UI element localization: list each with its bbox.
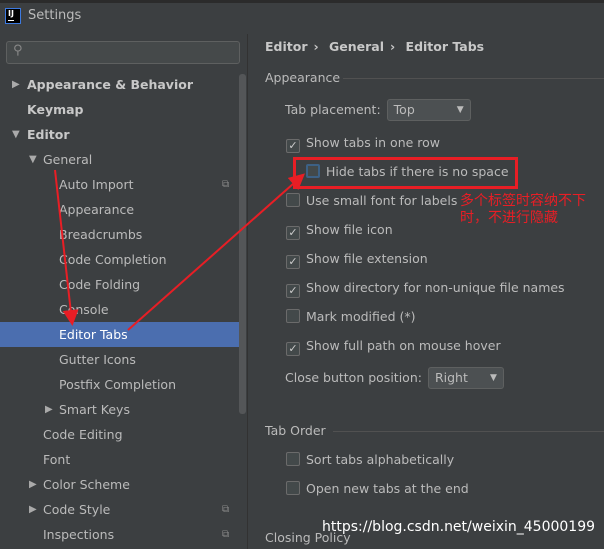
arrow-general-to-editor-tabs: [54, 169, 79, 326]
watermark: https://blog.csdn.net/weixin_45000199: [322, 519, 596, 535]
annotation-arrows: [54, 169, 305, 331]
arrow-to-hide-tabs: [127, 173, 305, 331]
